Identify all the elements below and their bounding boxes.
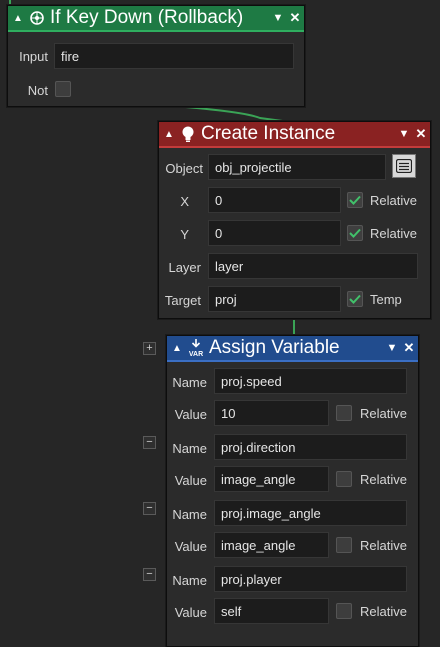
dropdown-icon[interactable]: ▼ <box>384 342 400 354</box>
create-instance-header[interactable]: ▲ Create Instance ▼ ✕ <box>159 122 430 148</box>
layer-field[interactable]: layer <box>208 253 418 279</box>
collapse-icon[interactable]: ▲ <box>162 129 176 140</box>
name-label: Name <box>172 375 207 390</box>
y-label: Y <box>180 227 189 242</box>
dropdown-icon[interactable]: ▼ <box>396 128 412 140</box>
lightbulb-icon <box>178 124 198 144</box>
add-variable-button[interactable]: + <box>143 342 156 355</box>
variable-value-field[interactable]: self <box>214 598 329 624</box>
target-field[interactable]: proj <box>208 286 341 312</box>
relative-label: Relative <box>360 538 407 553</box>
relative-checkbox[interactable] <box>336 603 352 619</box>
create-instance-panel: ▲ Create Instance ▼ ✕ Object obj_project… <box>158 121 431 319</box>
remove-variable-button[interactable]: − <box>143 502 156 515</box>
variable-name-field[interactable]: proj.image_angle <box>214 500 407 526</box>
assign-variable-panel: ▲ VAR Assign Variable ▼ ✕ Name proj.spee… <box>166 335 419 647</box>
x-field[interactable]: 0 <box>208 187 341 213</box>
variable-name-field[interactable]: proj.player <box>214 566 407 592</box>
variable-value-field[interactable]: image_angle <box>214 532 329 558</box>
close-icon[interactable]: ✕ <box>286 10 304 26</box>
if-key-down-title: If Key Down (Rollback) <box>50 7 244 28</box>
not-checkbox[interactable] <box>55 81 71 97</box>
if-key-down-header[interactable]: ▲ If Key Down (Rollback) ▼ ✕ <box>8 6 304 32</box>
assign-variable-title: Assign Variable <box>209 337 340 358</box>
gamepad-icon <box>27 8 47 28</box>
temp-checkbox[interactable] <box>347 291 363 307</box>
object-field[interactable]: obj_projectile <box>208 154 386 180</box>
name-label: Name <box>172 441 207 456</box>
x-label: X <box>180 194 189 209</box>
value-label: Value <box>174 539 207 554</box>
relative-label: Relative <box>360 406 407 421</box>
if-key-down-panel: ▲ If Key Down (Rollback) ▼ ✕ Input fire … <box>7 5 305 107</box>
y-relative-checkbox[interactable] <box>347 225 363 241</box>
relative-checkbox[interactable] <box>336 537 352 553</box>
input-label: Input <box>19 49 48 64</box>
variable-name-field[interactable]: proj.direction <box>214 434 407 460</box>
not-label: Not <box>27 83 48 98</box>
object-label: Object <box>165 161 203 176</box>
dropdown-icon[interactable]: ▼ <box>270 12 286 24</box>
remove-variable-button[interactable]: − <box>143 568 156 581</box>
close-icon[interactable]: ✕ <box>412 126 430 142</box>
variable-name-field[interactable]: proj.speed <box>214 368 407 394</box>
layer-label: Layer <box>168 260 201 275</box>
collapse-icon[interactable]: ▲ <box>170 343 184 354</box>
input-field[interactable]: fire <box>54 43 294 69</box>
collapse-icon[interactable]: ▲ <box>11 13 25 24</box>
variable-value-field[interactable]: 10 <box>214 400 329 426</box>
relative-checkbox[interactable] <box>336 471 352 487</box>
y-relative-label: Relative <box>370 226 417 241</box>
variable-value-field[interactable]: image_angle <box>214 466 329 492</box>
relative-checkbox[interactable] <box>336 405 352 421</box>
value-label: Value <box>174 473 207 488</box>
y-field[interactable]: 0 <box>208 220 341 246</box>
x-relative-label: Relative <box>370 193 417 208</box>
name-label: Name <box>172 573 207 588</box>
x-relative-checkbox[interactable] <box>347 192 363 208</box>
temp-label: Temp <box>370 292 402 307</box>
value-label: Value <box>174 407 207 422</box>
relative-label: Relative <box>360 472 407 487</box>
value-label: Value <box>174 605 207 620</box>
menu-picker-icon[interactable] <box>392 154 416 178</box>
var-download-icon: VAR <box>186 338 206 358</box>
remove-variable-button[interactable]: − <box>143 436 156 449</box>
create-instance-title: Create Instance <box>201 123 336 144</box>
close-icon[interactable]: ✕ <box>400 340 418 356</box>
relative-label: Relative <box>360 604 407 619</box>
svg-text:VAR: VAR <box>189 351 203 358</box>
assign-variable-header[interactable]: ▲ VAR Assign Variable ▼ ✕ <box>167 336 418 362</box>
target-label: Target <box>164 293 201 308</box>
name-label: Name <box>172 507 207 522</box>
